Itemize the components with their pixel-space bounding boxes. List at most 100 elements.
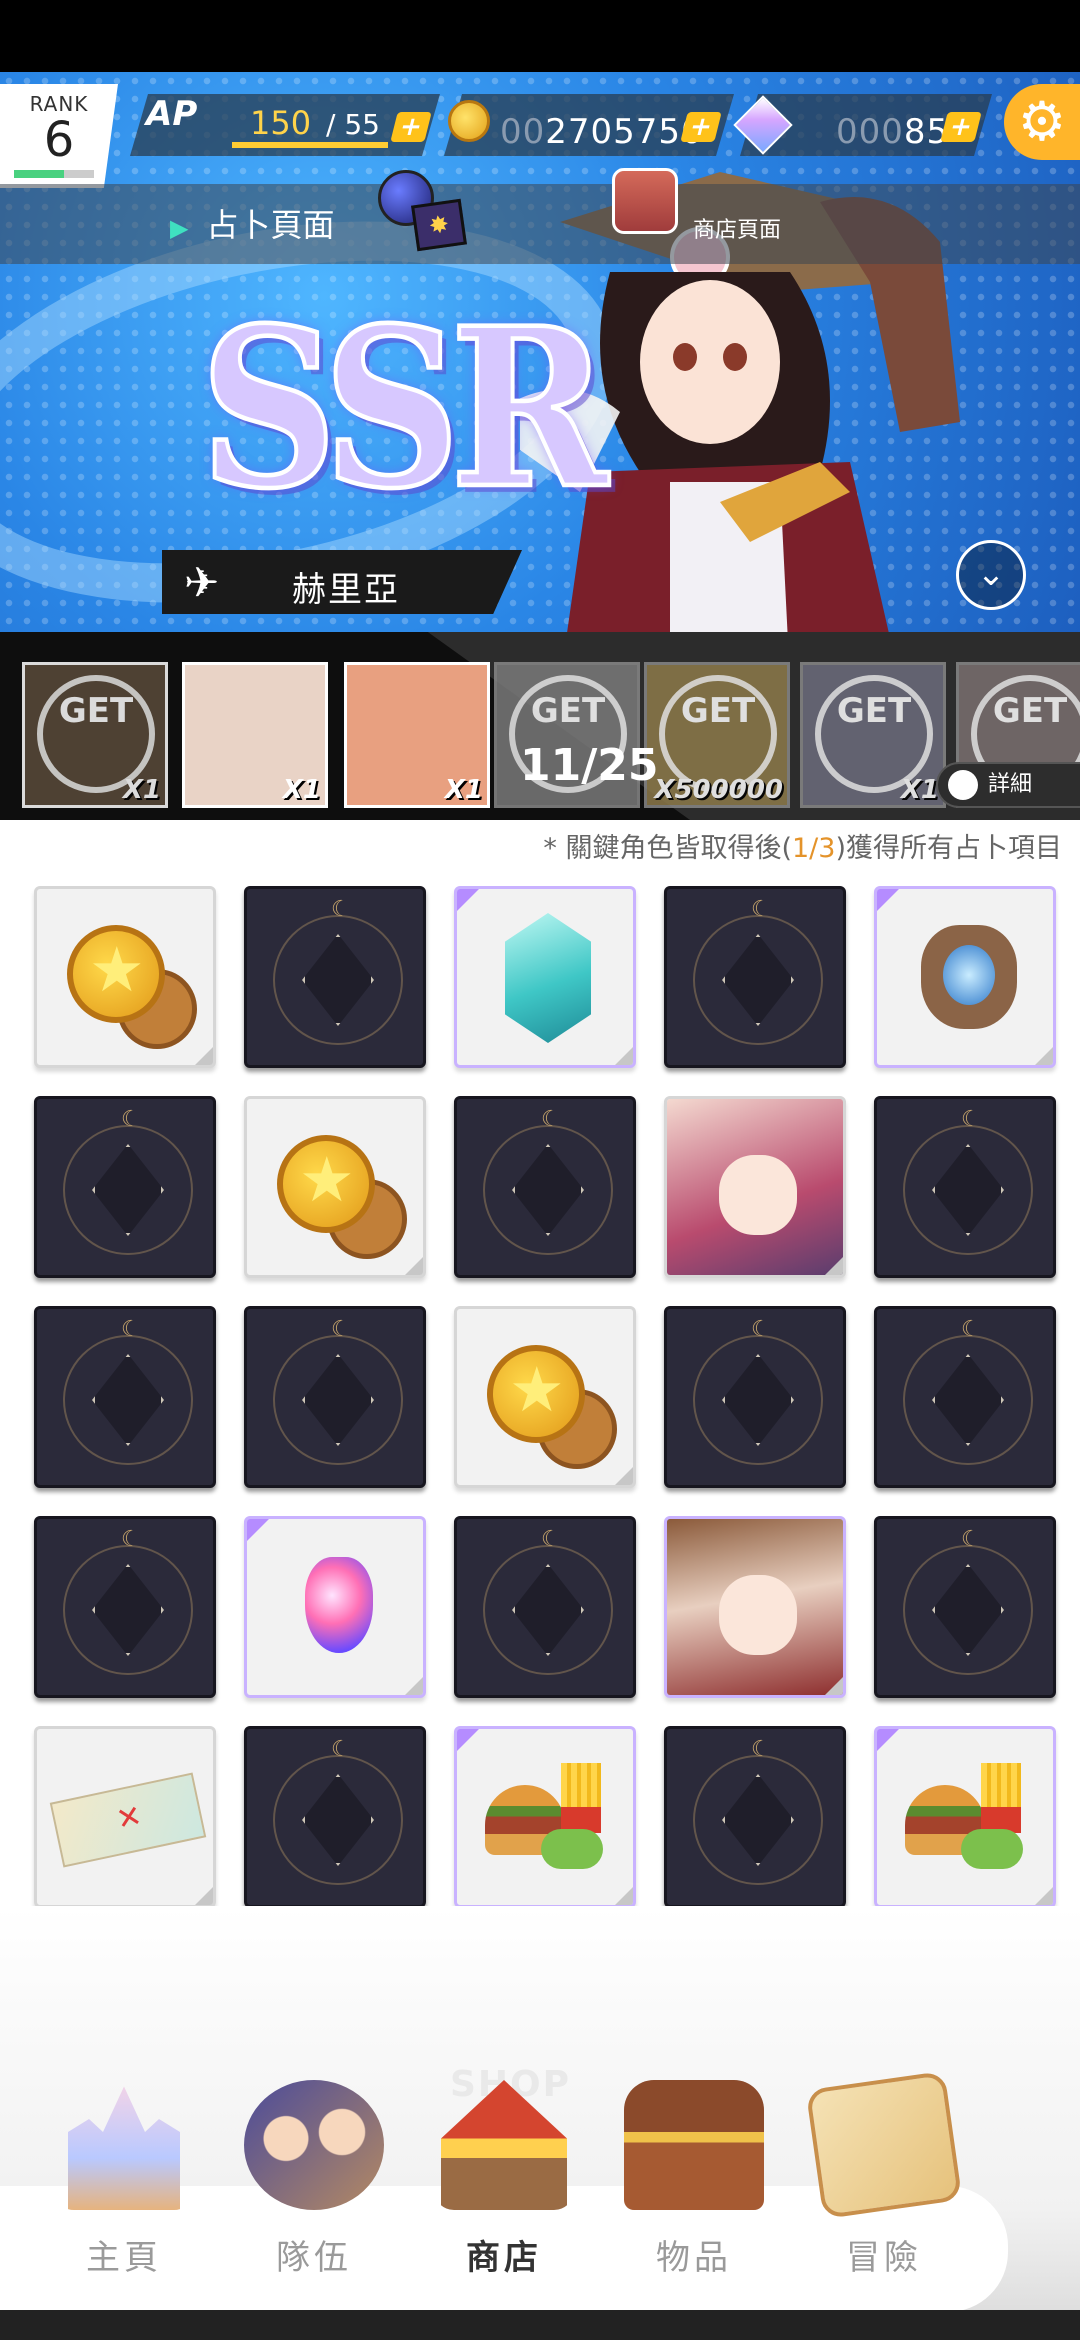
moon-icon: ☾ <box>961 1527 981 1552</box>
portrait-face <box>719 1575 797 1655</box>
hidden-reward-card[interactable]: ☾ <box>664 1726 846 1908</box>
potion-reward[interactable] <box>244 1516 426 1698</box>
team-icon <box>244 2080 384 2210</box>
nav-item-team[interactable]: 隊伍 <box>224 2080 404 2279</box>
system-nav-strip <box>0 2310 1080 2340</box>
character-reward-archer[interactable] <box>664 1096 846 1278</box>
settings-gear-icon[interactable]: ⚙ <box>1004 84 1080 160</box>
gold-coin-reward[interactable] <box>244 1096 426 1278</box>
hidden-reward-card[interactable]: ☾ <box>664 886 846 1068</box>
app-root: SSR RANK 6 AP 150 / 55 + 002705750 + 000… <box>0 0 1080 2340</box>
character-reward-captain[interactable] <box>664 1516 846 1698</box>
shop-page-tab[interactable]: 商店頁面 <box>693 212 781 244</box>
moon-icon: ☾ <box>541 1527 561 1552</box>
quantity-label: X1 <box>282 775 321 805</box>
key-character-thumb[interactable]: GET X500000 <box>644 662 790 808</box>
moon-icon: ☾ <box>751 897 771 922</box>
nav-label: 商店 <box>466 2238 542 2278</box>
hidden-reward-card[interactable]: ☾ <box>454 1096 636 1278</box>
moon-icon: ☾ <box>541 1107 561 1132</box>
nav-label: 冒險 <box>846 2238 922 2278</box>
key-character-thumb[interactable]: GET X1 <box>22 662 168 808</box>
moon-icon: ☾ <box>331 1317 351 1342</box>
gold-coin-reward[interactable] <box>454 1306 636 1488</box>
hidden-reward-card[interactable]: ☾ <box>34 1516 216 1698</box>
moon-icon: ☾ <box>331 1737 351 1762</box>
salad-icon <box>961 1829 1023 1869</box>
key-character-thumb[interactable]: GET X1 <box>800 662 946 808</box>
food-platter-reward[interactable] <box>454 1726 636 1908</box>
treasure-map-reward[interactable] <box>34 1726 216 1908</box>
nav-item-items[interactable]: 物品 <box>604 2080 784 2279</box>
food-platter-icon <box>485 1763 609 1873</box>
moon-icon: ☾ <box>331 897 351 922</box>
key-character-thumb[interactable]: X1 <box>182 662 328 808</box>
captain-portrait <box>667 1519 843 1695</box>
fortune-page-label: 占卜頁面 <box>206 206 335 244</box>
key-character-thumb[interactable]: X1 <box>344 662 490 808</box>
coin-amount: 002705750 <box>500 112 704 152</box>
note-suffix: )獲得所有占卜項目 <box>835 833 1062 864</box>
collection-note: * 關鍵角色皆取得後(1/3)獲得所有占卜項目 <box>543 826 1062 865</box>
crystal-icon <box>505 913 591 1043</box>
moon-icon: ☾ <box>121 1317 141 1342</box>
coin-leading-zeros: 00 <box>500 112 546 152</box>
hidden-reward-card[interactable]: ☾ <box>874 1516 1056 1698</box>
fortune-page-tab[interactable]: ▶ 占卜頁面 <box>170 200 334 246</box>
fries-icon <box>981 1763 1021 1833</box>
hidden-reward-card[interactable]: ☾ <box>244 1306 426 1488</box>
character-name: 赫里亞 <box>292 570 400 610</box>
nav-item-shop[interactable]: 商店 <box>414 2080 594 2279</box>
moon-icon: ☾ <box>751 1737 771 1762</box>
quantity-label: X1 <box>444 775 483 805</box>
expand-chevron-button[interactable]: ⌄ <box>956 540 1026 610</box>
emblem-icon: ✈ <box>184 558 220 607</box>
hidden-reward-card[interactable]: ☾ <box>34 1306 216 1488</box>
rune-stone-icon <box>921 925 1017 1029</box>
food-platter-reward[interactable] <box>874 1726 1056 1908</box>
gold-coin-icon <box>487 1345 585 1443</box>
ap-max: / 55 <box>326 108 380 141</box>
crystal-reward[interactable] <box>454 886 636 1068</box>
moon-icon: ☾ <box>961 1317 981 1342</box>
quantity-label: X1 <box>900 775 939 805</box>
quantity-label: X1 <box>122 775 161 805</box>
shop-bag-icon <box>612 168 678 234</box>
note-highlight: 1/3 <box>792 833 836 864</box>
salad-icon <box>541 1829 603 1869</box>
gold-coin-icon <box>67 925 165 1023</box>
hidden-reward-card[interactable]: ☾ <box>874 1096 1056 1278</box>
coin-icon <box>448 100 490 142</box>
moon-icon: ☾ <box>121 1527 141 1552</box>
archer-portrait <box>667 1099 843 1275</box>
map-scroll-icon <box>805 2070 963 2220</box>
nav-item-adventure[interactable]: 冒險 <box>794 2070 974 2279</box>
hidden-reward-card[interactable]: ☾ <box>244 1726 426 1908</box>
rune-stone-reward[interactable] <box>874 886 1056 1068</box>
rank-progress-fill <box>14 170 64 178</box>
potion-icon <box>305 1557 373 1653</box>
food-platter-icon <box>905 1763 1029 1873</box>
hidden-reward-card[interactable]: ☾ <box>34 1096 216 1278</box>
details-button[interactable]: 詳細 <box>936 762 1080 808</box>
ap-bar <box>232 142 388 148</box>
hidden-reward-card[interactable]: ☾ <box>244 886 426 1068</box>
moon-icon: ☾ <box>751 1317 771 1342</box>
gold-coin-icon <box>277 1135 375 1233</box>
rank-value: 6 <box>43 112 75 168</box>
quantity-label: X500000 <box>654 775 783 805</box>
nav-item-home[interactable]: 主頁 <box>34 2080 214 2279</box>
status-bar <box>0 0 1080 72</box>
hidden-reward-card[interactable]: ☾ <box>454 1516 636 1698</box>
tarot-cards-icon: ✸ <box>411 198 467 252</box>
chest-icon <box>624 2080 764 2210</box>
ap-current: 150 <box>250 104 312 142</box>
gem-leading-zeros: 000 <box>836 112 904 152</box>
details-label: 詳細 <box>988 772 1033 797</box>
gold-coin-reward[interactable] <box>34 886 216 1068</box>
hidden-reward-card[interactable]: ☾ <box>874 1306 1056 1488</box>
hidden-reward-card[interactable]: ☾ <box>664 1306 846 1488</box>
moon-icon: ☾ <box>961 1107 981 1132</box>
nav-label: 物品 <box>656 2238 732 2278</box>
rank-badge[interactable]: RANK 6 <box>0 84 118 188</box>
